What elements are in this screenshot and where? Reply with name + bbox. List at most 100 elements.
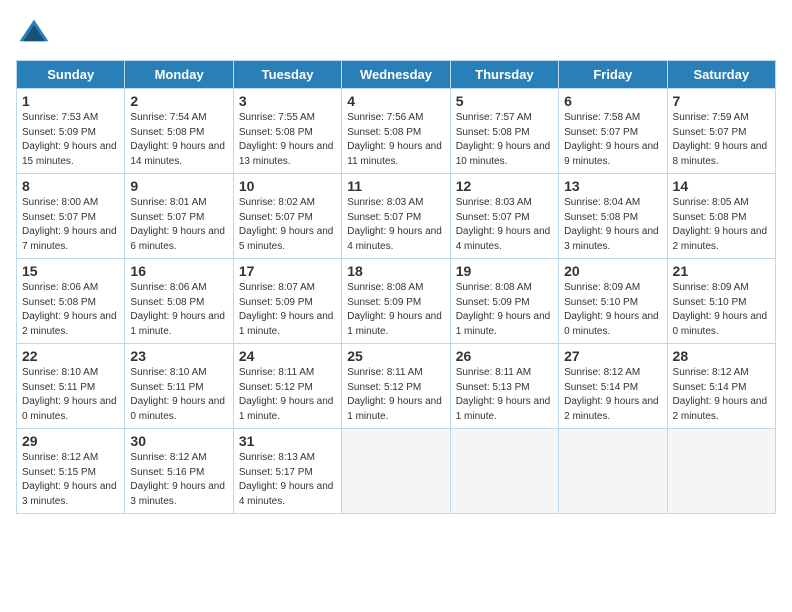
day-number: 30	[130, 433, 227, 449]
day-info: Sunrise: 8:03 AMSunset: 5:07 PMDaylight:…	[456, 196, 553, 254]
day-number: 26	[456, 348, 553, 364]
day-number: 19	[456, 263, 553, 279]
day-info: Sunrise: 8:06 AMSunset: 5:08 PMDaylight:…	[130, 281, 227, 339]
calendar-cell: 17 Sunrise: 8:07 AMSunset: 5:09 PMDayligh…	[233, 259, 341, 344]
header-tuesday: Tuesday	[233, 61, 341, 89]
calendar-cell: 8 Sunrise: 8:00 AMSunset: 5:07 PMDaylight…	[17, 174, 125, 259]
logo-icon	[16, 16, 52, 52]
day-info: Sunrise: 7:53 AMSunset: 5:09 PMDaylight:…	[22, 111, 119, 169]
day-info: Sunrise: 8:05 AMSunset: 5:08 PMDaylight:…	[673, 196, 770, 254]
day-info: Sunrise: 8:09 AMSunset: 5:10 PMDaylight:…	[564, 281, 661, 339]
header-saturday: Saturday	[667, 61, 775, 89]
day-number: 17	[239, 263, 336, 279]
calendar-cell: 5 Sunrise: 7:57 AMSunset: 5:08 PMDaylight…	[450, 89, 558, 174]
day-number: 18	[347, 263, 444, 279]
day-info: Sunrise: 8:12 AMSunset: 5:16 PMDaylight:…	[130, 451, 227, 509]
day-number: 11	[347, 178, 444, 194]
calendar-cell: 7 Sunrise: 7:59 AMSunset: 5:07 PMDaylight…	[667, 89, 775, 174]
day-info: Sunrise: 8:10 AMSunset: 5:11 PMDaylight:…	[130, 366, 227, 424]
calendar-cell: 23 Sunrise: 8:10 AMSunset: 5:11 PMDayligh…	[125, 344, 233, 429]
calendar-cell: 26 Sunrise: 8:11 AMSunset: 5:13 PMDayligh…	[450, 344, 558, 429]
calendar-cell	[667, 429, 775, 514]
day-info: Sunrise: 7:59 AMSunset: 5:07 PMDaylight:…	[673, 111, 770, 169]
day-info: Sunrise: 8:11 AMSunset: 5:12 PMDaylight:…	[239, 366, 336, 424]
calendar-cell: 18Sunrise: 8:08 AMSunset: 5:09 PMDayligh…	[342, 259, 450, 344]
calendar-cell: 16 Sunrise: 8:06 AMSunset: 5:08 PMDayligh…	[125, 259, 233, 344]
day-number: 13	[564, 178, 661, 194]
calendar-header-row: SundayMondayTuesdayWednesdayThursdayFrid…	[17, 61, 776, 89]
day-number: 29	[22, 433, 119, 449]
calendar-cell: 2Sunrise: 7:54 AMSunset: 5:08 PMDaylight…	[125, 89, 233, 174]
calendar-cell: 25 Sunrise: 8:11 AMSunset: 5:12 PMDayligh…	[342, 344, 450, 429]
day-number: 23	[130, 348, 227, 364]
calendar-cell	[450, 429, 558, 514]
calendar-cell: 10 Sunrise: 8:02 AMSunset: 5:07 PMDayligh…	[233, 174, 341, 259]
day-number: 16	[130, 263, 227, 279]
day-info: Sunrise: 7:58 AMSunset: 5:07 PMDaylight:…	[564, 111, 661, 169]
day-number: 5	[456, 93, 553, 109]
day-number: 4	[347, 93, 444, 109]
calendar-cell: 24 Sunrise: 8:11 AMSunset: 5:12 PMDayligh…	[233, 344, 341, 429]
day-info: Sunrise: 8:13 AMSunset: 5:17 PMDaylight:…	[239, 451, 336, 509]
header-wednesday: Wednesday	[342, 61, 450, 89]
calendar-cell: 22 Sunrise: 8:10 AMSunset: 5:11 PMDayligh…	[17, 344, 125, 429]
calendar-cell: 13 Sunrise: 8:04 AMSunset: 5:08 PMDayligh…	[559, 174, 667, 259]
calendar-cell	[559, 429, 667, 514]
calendar-cell: 12 Sunrise: 8:03 AMSunset: 5:07 PMDayligh…	[450, 174, 558, 259]
calendar-cell: 9 Sunrise: 8:01 AMSunset: 5:07 PMDaylight…	[125, 174, 233, 259]
day-number: 25	[347, 348, 444, 364]
day-info: Sunrise: 8:07 AMSunset: 5:09 PMDaylight:…	[239, 281, 336, 339]
day-info: Sunrise: 8:06 AMSunset: 5:08 PMDaylight:…	[22, 281, 119, 339]
calendar-cell: 6 Sunrise: 7:58 AMSunset: 5:07 PMDaylight…	[559, 89, 667, 174]
day-number: 7	[673, 93, 770, 109]
day-number: 20	[564, 263, 661, 279]
day-info: Sunrise: 8:10 AMSunset: 5:11 PMDaylight:…	[22, 366, 119, 424]
day-info: Sunrise: 7:55 AMSunset: 5:08 PMDaylight:…	[239, 111, 336, 169]
calendar-week-row: 1Sunrise: 7:53 AMSunset: 5:09 PMDaylight…	[17, 89, 776, 174]
calendar-week-row: 22 Sunrise: 8:10 AMSunset: 5:11 PMDayligh…	[17, 344, 776, 429]
day-number: 8	[22, 178, 119, 194]
calendar-cell: 31Sunrise: 8:13 AMSunset: 5:17 PMDayligh…	[233, 429, 341, 514]
day-info: Sunrise: 8:12 AMSunset: 5:15 PMDaylight:…	[22, 451, 119, 509]
calendar-cell: 29 Sunrise: 8:12 AMSunset: 5:15 PMDayligh…	[17, 429, 125, 514]
day-info: Sunrise: 8:12 AMSunset: 5:14 PMDaylight:…	[564, 366, 661, 424]
calendar-week-row: 8 Sunrise: 8:00 AMSunset: 5:07 PMDaylight…	[17, 174, 776, 259]
header-sunday: Sunday	[17, 61, 125, 89]
calendar-week-row: 15Sunrise: 8:06 AMSunset: 5:08 PMDayligh…	[17, 259, 776, 344]
calendar-cell: 20 Sunrise: 8:09 AMSunset: 5:10 PMDayligh…	[559, 259, 667, 344]
calendar-cell	[342, 429, 450, 514]
day-info: Sunrise: 7:54 AMSunset: 5:08 PMDaylight:…	[130, 111, 227, 169]
day-info: Sunrise: 8:08 AMSunset: 5:09 PMDaylight:…	[456, 281, 553, 339]
day-number: 22	[22, 348, 119, 364]
day-info: Sunrise: 8:04 AMSunset: 5:08 PMDaylight:…	[564, 196, 661, 254]
header-thursday: Thursday	[450, 61, 558, 89]
day-info: Sunrise: 8:00 AMSunset: 5:07 PMDaylight:…	[22, 196, 119, 254]
day-info: Sunrise: 7:57 AMSunset: 5:08 PMDaylight:…	[456, 111, 553, 169]
day-info: Sunrise: 8:02 AMSunset: 5:07 PMDaylight:…	[239, 196, 336, 254]
page-header	[16, 16, 776, 52]
day-number: 24	[239, 348, 336, 364]
calendar-cell: 11 Sunrise: 8:03 AMSunset: 5:07 PMDayligh…	[342, 174, 450, 259]
header-monday: Monday	[125, 61, 233, 89]
day-info: Sunrise: 8:11 AMSunset: 5:13 PMDaylight:…	[456, 366, 553, 424]
day-info: Sunrise: 8:03 AMSunset: 5:07 PMDaylight:…	[347, 196, 444, 254]
day-number: 28	[673, 348, 770, 364]
day-info: Sunrise: 8:12 AMSunset: 5:14 PMDaylight:…	[673, 366, 770, 424]
day-number: 10	[239, 178, 336, 194]
day-info: Sunrise: 8:01 AMSunset: 5:07 PMDaylight:…	[130, 196, 227, 254]
calendar-week-row: 29 Sunrise: 8:12 AMSunset: 5:15 PMDayligh…	[17, 429, 776, 514]
calendar-cell: 1Sunrise: 7:53 AMSunset: 5:09 PMDaylight…	[17, 89, 125, 174]
calendar-cell: 3Sunrise: 7:55 AMSunset: 5:08 PMDaylight…	[233, 89, 341, 174]
calendar-table: SundayMondayTuesdayWednesdayThursdayFrid…	[16, 60, 776, 514]
day-number: 9	[130, 178, 227, 194]
day-info: Sunrise: 8:11 AMSunset: 5:12 PMDaylight:…	[347, 366, 444, 424]
day-number: 6	[564, 93, 661, 109]
header-friday: Friday	[559, 61, 667, 89]
day-number: 21	[673, 263, 770, 279]
calendar-cell: 14 Sunrise: 8:05 AMSunset: 5:08 PMDayligh…	[667, 174, 775, 259]
day-number: 14	[673, 178, 770, 194]
calendar-cell: 21 Sunrise: 8:09 AMSunset: 5:10 PMDayligh…	[667, 259, 775, 344]
logo	[16, 16, 56, 52]
day-info: Sunrise: 8:09 AMSunset: 5:10 PMDaylight:…	[673, 281, 770, 339]
day-number: 12	[456, 178, 553, 194]
